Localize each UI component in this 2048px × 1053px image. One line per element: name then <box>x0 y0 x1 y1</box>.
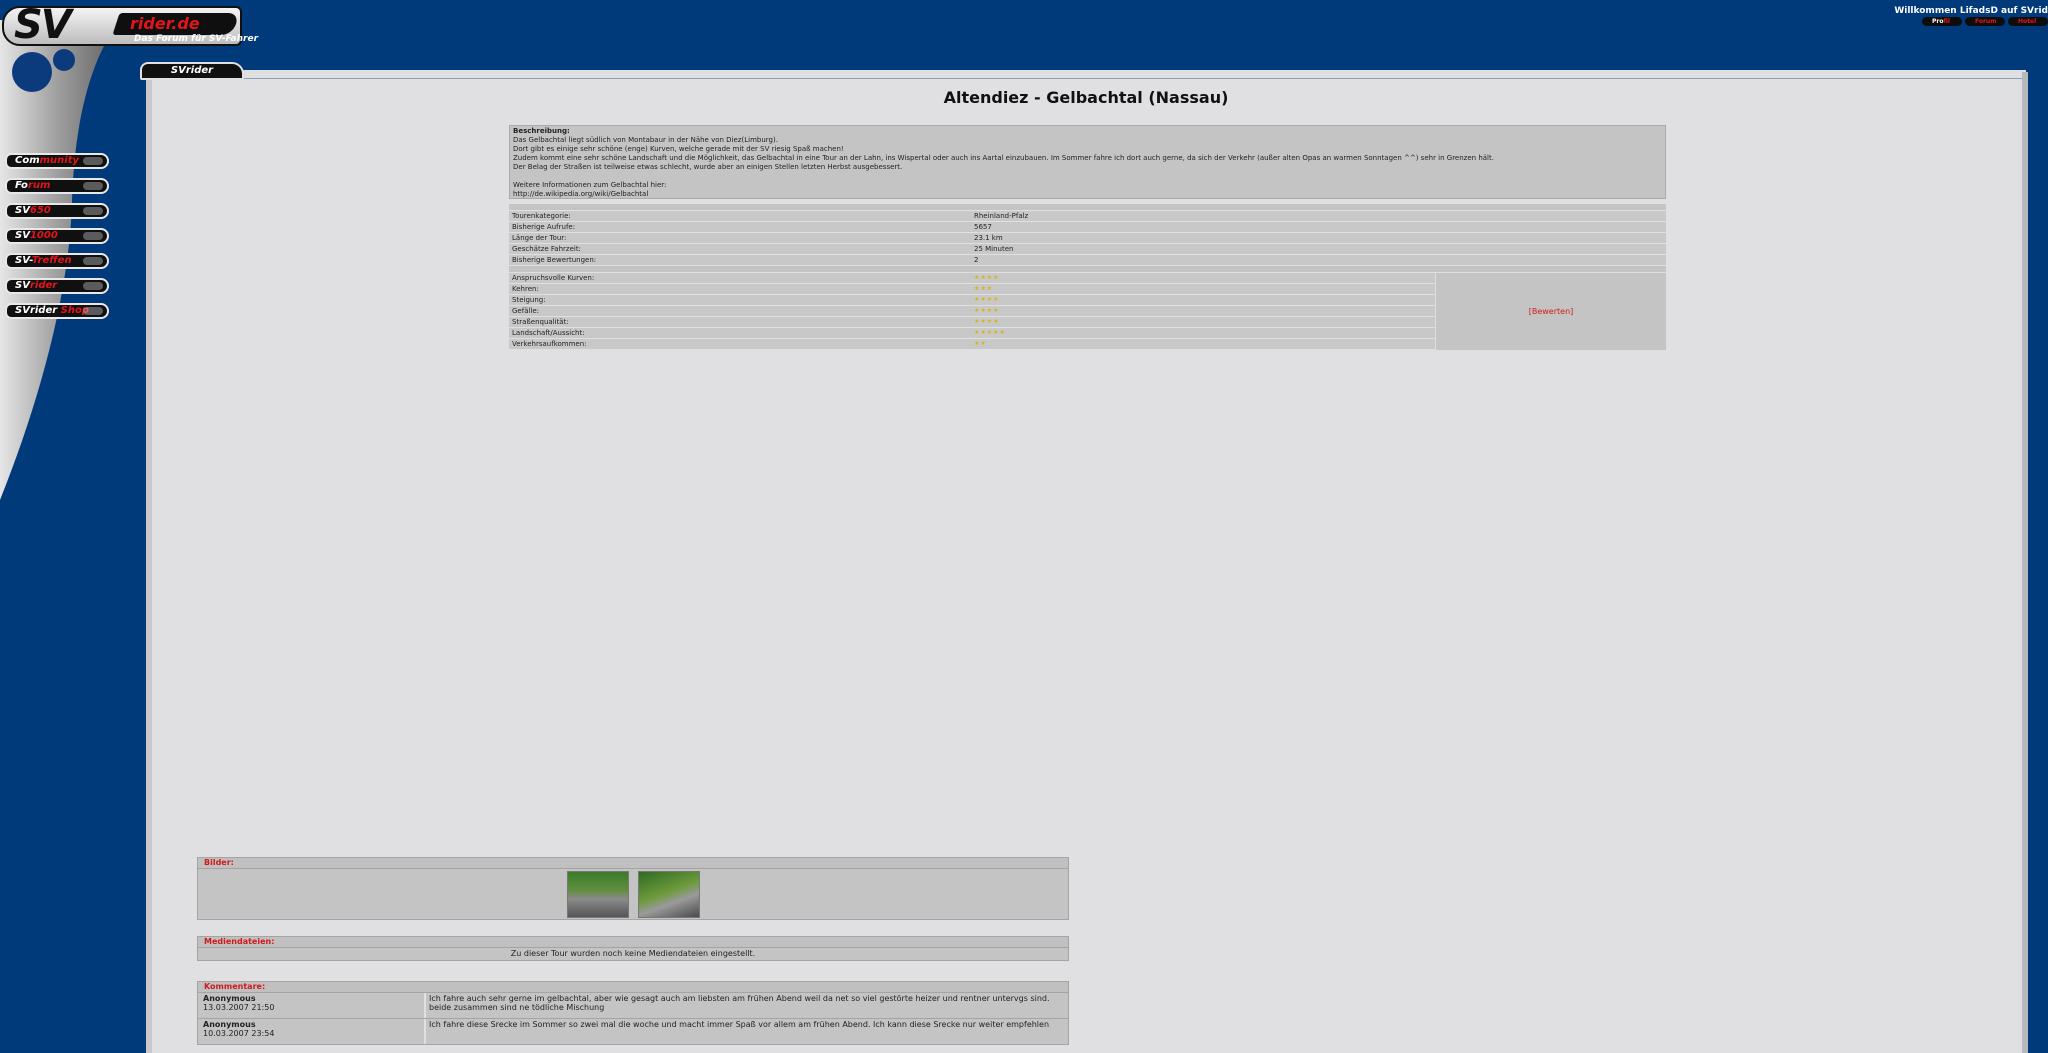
star-rating-icon: ★★★ <box>974 285 994 292</box>
description-line: Dort gibt es einige sehr schöne (enge) K… <box>513 145 844 153</box>
rating-row: Straßenqualität: ★★★★ <box>509 317 1435 328</box>
rating-label: Anspruchsvolle Kurven: <box>512 274 595 282</box>
comments-heading: Kommentare: <box>197 981 1069 992</box>
description-line: Das Gelbachtal liegt südlich von Montaba… <box>513 136 778 144</box>
ratings-table: Anspruchsvolle Kurven: ★★★★ Kehren: ★★★ St… <box>509 273 1666 350</box>
rating-label: Straßenqualität: <box>512 318 569 326</box>
detail-row: Bisherige Bewertungen: 2 <box>509 255 1666 266</box>
comment-author: Anonymous <box>203 994 256 1003</box>
detail-value: 2 <box>974 256 979 264</box>
rating-label: Landschaft/Aussicht: <box>512 329 585 337</box>
pictures-body <box>197 868 1069 920</box>
nav-sv1000[interactable]: SV1000 <box>5 228 109 244</box>
logo-rider: rider.de <box>112 13 240 35</box>
nav-sv-treffen[interactable]: SV-Treffen <box>5 253 109 269</box>
comment-author: Anonymous <box>203 1020 256 1029</box>
detail-value: 25 Minuten <box>974 245 1014 253</box>
scrollbar[interactable] <box>2022 72 2028 1053</box>
description-line: Zudem kommt eine sehr schöne Landschaft … <box>513 154 1494 162</box>
rating-row: Gefälle: ★★★★ <box>509 306 1435 317</box>
detail-value: 23.1 km <box>974 234 1003 242</box>
logo-sv: SV <box>14 6 72 46</box>
rating-label: Gefälle: <box>512 307 540 315</box>
tab-svrider[interactable]: SVrider <box>140 62 244 80</box>
top-nav-forum[interactable]: Forum <box>1965 17 2005 26</box>
detail-value: Rheinland-Pfalz <box>974 212 1029 220</box>
comment-text: Ich fahre diese Srecke im Sommer so zwei… <box>429 1020 1050 1029</box>
detail-row: Bisherige Aufrufe: 5657 <box>509 222 1666 233</box>
rate-button[interactable]: [Bewerten] <box>1529 307 1574 316</box>
star-rating-icon: ★★★★ <box>974 296 1000 303</box>
welcome-text: Willkommen LifadsD auf SVrid <box>1894 6 2048 16</box>
rating-row: Landschaft/Aussicht: ★★★★★ <box>509 328 1435 339</box>
rating-label: Verkehrsaufkommen: <box>512 340 587 348</box>
wikipedia-link[interactable]: http://de.wikipedia.org/wiki/Gelbachtal <box>513 190 1662 199</box>
pictures-section: Bilder: <box>197 857 1069 920</box>
detail-label: Geschätze Fahrzeit: <box>512 245 581 253</box>
comment-row: Anonymous 13.03.2007 21:50 Ich fahre auc… <box>197 992 1069 1019</box>
tour-photo-thumbnail[interactable] <box>637 870 700 918</box>
star-rating-icon: ★★ <box>974 340 987 347</box>
rating-row: Kehren: ★★★ <box>509 284 1435 295</box>
side-nav: Community Forum SV650 SV1000 SV-Treffen … <box>5 153 109 328</box>
star-rating-icon: ★★★★★ <box>974 329 1006 336</box>
comment-date: 10.03.2007 23:54 <box>203 1029 275 1038</box>
comment-text: Ich fahre auch sehr gerne im gelbachtal,… <box>429 994 1050 1012</box>
description-line: Weitere Informationen zum Gelbachtal hie… <box>513 181 667 189</box>
star-rating-icon: ★★★★ <box>974 307 1000 314</box>
description-box: Beschreibung: Das Gelbachtal liegt südli… <box>509 125 1666 199</box>
tagline: Das Forum für SV-Fahrer <box>134 34 259 44</box>
nav-sv650[interactable]: SV650 <box>5 203 109 219</box>
top-nav-hotel[interactable]: Hotel <box>2008 17 2048 26</box>
detail-value: 5657 <box>974 223 992 231</box>
separator <box>509 204 1666 211</box>
media-empty-text: Zu dieser Tour wurden noch keine Mediend… <box>197 947 1069 961</box>
detail-label: Länge der Tour: <box>512 234 567 242</box>
pictures-heading: Bilder: <box>197 857 1069 868</box>
separator <box>509 266 1666 273</box>
nav-svrider[interactable]: SVrider <box>5 278 109 294</box>
top-nav-profile[interactable]: Profil <box>1922 17 1962 26</box>
rating-row: Anspruchsvolle Kurven: ★★★★ <box>509 273 1435 284</box>
media-section: Mediendateien: Zu dieser Tour wurden noc… <box>197 936 1069 961</box>
detail-row: Länge der Tour: 23.1 km <box>509 233 1666 244</box>
nav-svrider-shop[interactable]: SVrider Shop <box>5 303 109 319</box>
tour-info: Beschreibung: Das Gelbachtal liegt südli… <box>509 125 1666 350</box>
rating-label: Steigung: <box>512 296 546 304</box>
nav-community[interactable]: Community <box>5 153 109 169</box>
detail-label: Bisherige Aufrufe: <box>512 223 576 231</box>
comment-date: 13.03.2007 21:50 <box>203 1003 275 1012</box>
detail-label: Bisherige Bewertungen: <box>512 256 597 264</box>
detail-label: Tourenkategorie: <box>512 212 571 220</box>
star-rating-icon: ★★★★ <box>974 318 1000 325</box>
rate-cell: [Bewerten] <box>1435 273 1666 350</box>
nav-forum[interactable]: Forum <box>5 178 109 194</box>
comments-section: Kommentare: Anonymous 13.03.2007 21:50 I… <box>197 981 1069 1045</box>
star-rating-icon: ★★★★ <box>974 274 1000 281</box>
comment-row: Anonymous 10.03.2007 23:54 Ich fahre die… <box>197 1019 1069 1045</box>
rating-row: Verkehrsaufkommen: ★★ <box>509 339 1435 350</box>
detail-row: Tourenkategorie: Rheinland-Pfalz <box>509 211 1666 222</box>
description-line: Der Belag der Straßen ist teilweise etwa… <box>513 163 903 171</box>
rating-row: Steigung: ★★★★ <box>509 295 1435 306</box>
tour-photo-thumbnail[interactable] <box>566 870 629 918</box>
panel-divider <box>242 78 2022 79</box>
page-title: Altendiez - Gelbachtal (Nassau) <box>943 88 1229 107</box>
top-nav: Profil Forum Hotel <box>1922 17 2048 26</box>
detail-row: Geschätze Fahrzeit: 25 Minuten <box>509 244 1666 255</box>
rating-label: Kehren: <box>512 285 539 293</box>
media-heading: Mediendateien: <box>197 936 1069 947</box>
description-heading: Beschreibung: <box>513 127 570 135</box>
